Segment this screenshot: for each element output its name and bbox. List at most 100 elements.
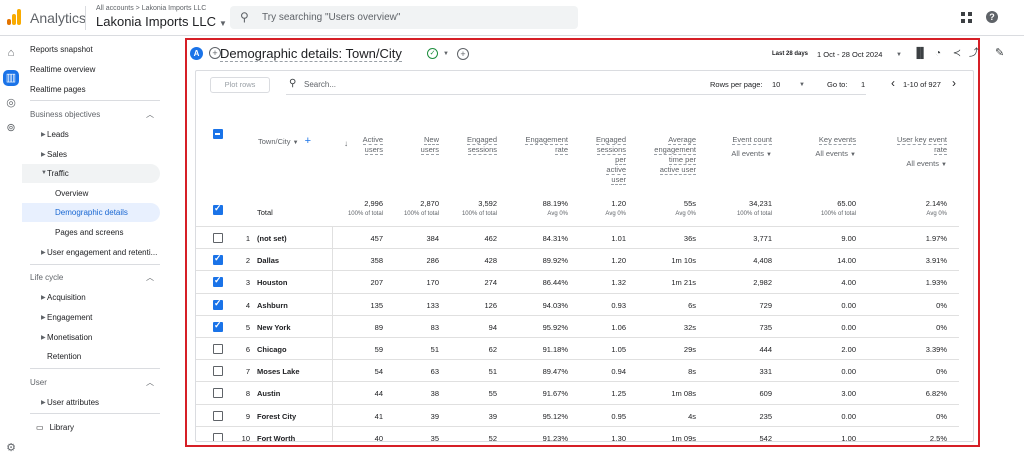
section-user[interactable]: User [30, 378, 47, 387]
comparison-badge[interactable]: A [190, 47, 203, 60]
chevron-down-icon[interactable]: ▼ [896, 52, 902, 58]
chevron-down-icon[interactable]: ▼ [443, 51, 449, 57]
home-icon[interactable]: ⌂ [3, 45, 19, 61]
row-value: 274 [484, 278, 497, 288]
sidebar-item-pages-and-screens[interactable]: Pages and screens [55, 228, 124, 237]
sidebar-item-sales[interactable]: ▶ Sales [41, 150, 67, 159]
row-checkbox[interactable] [213, 366, 223, 377]
row-checkbox[interactable] [213, 233, 223, 243]
gear-icon[interactable]: ⚙ [3, 440, 19, 456]
row-city[interactable]: Moses Lake [257, 367, 300, 376]
goto-label: Go to: [827, 80, 848, 89]
section-life-cycle[interactable]: Life cycle [30, 273, 63, 282]
reports-icon[interactable]: ▥ [3, 70, 19, 86]
search-placeholder: Try searching "Users overview" [262, 12, 401, 23]
edit-pencil-icon[interactable]: ✎ [995, 46, 1004, 59]
rows-per-page-select[interactable]: 10 [772, 80, 780, 89]
sidebar-item-realtime-pages[interactable]: Realtime pages [30, 85, 86, 94]
check-circle-icon[interactable]: ✓ [427, 48, 438, 59]
date-range-picker[interactable]: 1 Oct - 28 Oct 2024 [817, 50, 882, 59]
row-index: 9 [245, 411, 250, 421]
table-search-input[interactable]: Search... [304, 80, 336, 89]
account-breadcrumb[interactable]: All accounts > Lakonia Imports LLC [96, 5, 206, 12]
explore-icon[interactable]: ◎ [3, 95, 19, 111]
row-value: 2,982 [753, 278, 772, 288]
goto-input[interactable]: 1 [861, 80, 865, 89]
page-title[interactable]: Demographic details: Town/City [220, 46, 402, 62]
help-icon[interactable]: ? [986, 11, 998, 23]
total-value: 3,592 [478, 199, 497, 208]
compare-columns-icon[interactable]: ▐▌ [913, 48, 927, 60]
sidebar-item-demographic-details[interactable]: Demographic details [55, 208, 128, 217]
plot-rows-button[interactable]: Plot rows [210, 77, 270, 93]
chevron-up-icon[interactable]: ︿ [146, 109, 154, 120]
sidebar-item-user-engagement[interactable]: ▶ User engagement and retenti... [41, 248, 157, 257]
add-filter-button[interactable]: + [457, 48, 469, 60]
sidebar-item-monetisation[interactable]: ▶ Monetisation [41, 333, 92, 342]
select-all-checkbox[interactable] [213, 129, 223, 139]
row-index: 1 [245, 234, 250, 243]
row-checkbox[interactable] [213, 410, 223, 421]
chevron-up-icon[interactable]: ︿ [146, 272, 154, 283]
row-city[interactable]: Ashburn [257, 301, 288, 310]
row-checkbox[interactable] [213, 298, 223, 310]
insights-icon[interactable]: ◔ [932, 48, 944, 60]
sidebar-item-acquisition[interactable]: ▶ Acquisition [41, 293, 86, 302]
sidebar-item-realtime-overview[interactable]: Realtime overview [30, 65, 95, 74]
chevron-up-icon[interactable]: ︿ [146, 377, 154, 388]
sidebar-item-library[interactable]: ▭ Library [36, 423, 74, 432]
column-header[interactable]: Event count All events ▼ [682, 135, 772, 160]
apps-grid-icon[interactable] [961, 12, 972, 23]
share-icon[interactable]: ≺ [951, 48, 963, 60]
row-checkbox[interactable] [213, 344, 223, 354]
row-checkbox[interactable] [213, 320, 223, 332]
row-checkbox[interactable] [213, 275, 223, 288]
column-header[interactable]: Key events All events ▼ [766, 135, 856, 160]
section-business-objectives[interactable]: Business objectives [30, 110, 100, 119]
row-value: 14.00 [837, 256, 856, 266]
caret-right-icon: ▶ [41, 400, 46, 406]
row-city[interactable]: (not set) [257, 234, 287, 243]
analytics-logo-icon[interactable] [7, 9, 21, 25]
row-value: 29s [683, 345, 696, 354]
column-header[interactable]: User key event rate All events ▼ [857, 135, 947, 170]
divider [30, 264, 160, 265]
row-checkbox[interactable] [213, 432, 223, 441]
sidebar-item-traffic[interactable]: ▼ Traffic [41, 169, 69, 178]
next-page-icon[interactable]: › [952, 76, 956, 90]
row-city[interactable]: Chicago [257, 345, 287, 354]
row-value: 39 [488, 411, 497, 421]
advertising-icon[interactable]: ⊚ [3, 120, 19, 136]
prev-page-icon[interactable]: ‹ [891, 76, 895, 90]
sidebar-item-overview[interactable]: Overview [55, 189, 88, 198]
sidebar-item-retention[interactable]: Retention [47, 352, 81, 361]
row-value: 126 [484, 300, 497, 310]
caret-down-icon: ▼ [41, 170, 47, 176]
global-search-input[interactable]: ⚲ Try searching "Users overview" [230, 6, 578, 29]
sidebar-item-reports-snapshot[interactable]: Reports snapshot [30, 45, 93, 54]
row-city[interactable]: Dallas [257, 256, 279, 265]
account-selector[interactable]: Lakonia Imports LLC ▼ [96, 14, 227, 29]
row-city[interactable]: Houston [257, 278, 287, 287]
sidebar-item-leads[interactable]: ▶ Leads [41, 130, 69, 139]
row-value: 735 [759, 322, 772, 332]
row-city[interactable]: New York [257, 323, 291, 332]
total-value: 34,231 [749, 199, 772, 208]
row-checkbox[interactable] [213, 253, 223, 266]
row-value: 55 [488, 389, 497, 399]
row-value: 1.93% [925, 278, 947, 288]
row-value: 609 [759, 389, 772, 399]
trend-icon[interactable]: ⤴ [968, 48, 980, 60]
sidebar-item-engagement[interactable]: ▶ Engagement [41, 313, 92, 322]
row-checkbox[interactable] [213, 388, 223, 399]
row-value: 542 [759, 433, 772, 442]
chevron-down-icon[interactable]: ▼ [799, 82, 805, 88]
row-city[interactable]: Fort Worth [257, 434, 295, 441]
row-index: 2 [245, 256, 250, 266]
row-city[interactable]: Forest City [257, 412, 296, 421]
total-value: 55s [683, 199, 696, 208]
total-row-checkbox[interactable] [213, 203, 223, 215]
sidebar-item-user-attributes[interactable]: ▶ User attributes [41, 398, 99, 407]
total-subvalue: 100% of total [461, 211, 497, 217]
row-city[interactable]: Austin [257, 389, 280, 398]
